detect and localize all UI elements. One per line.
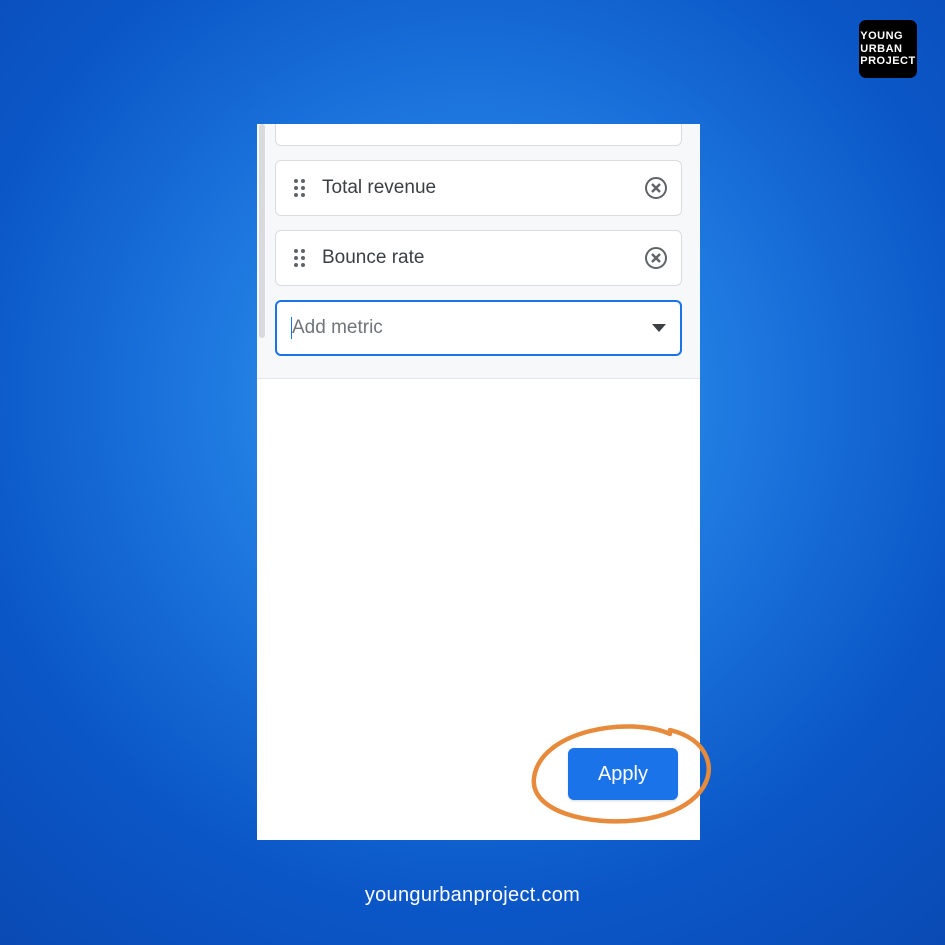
chevron-down-icon bbox=[652, 324, 666, 332]
metric-chip-truncated[interactable] bbox=[275, 124, 682, 146]
apply-button[interactable]: Apply bbox=[568, 748, 678, 800]
remove-metric-button[interactable] bbox=[645, 177, 667, 199]
metrics-panel: Total revenue Bounce rate Apply bbox=[257, 124, 700, 840]
drag-handle-icon[interactable] bbox=[290, 249, 308, 267]
logo-line: URBAN bbox=[860, 43, 915, 56]
panel-footer-area: Apply bbox=[257, 378, 700, 840]
footer-url: youngurbanproject.com bbox=[0, 884, 945, 907]
brand-logo: YOUNG URBAN PROJECT bbox=[859, 20, 917, 78]
drag-handle-icon[interactable] bbox=[290, 179, 308, 197]
add-metric-dropdown[interactable] bbox=[275, 300, 682, 356]
close-icon bbox=[651, 183, 661, 193]
add-metric-input[interactable] bbox=[292, 317, 652, 339]
metric-chip[interactable]: Bounce rate bbox=[275, 230, 682, 286]
metric-label: Bounce rate bbox=[322, 247, 645, 269]
metrics-list: Total revenue Bounce rate bbox=[257, 124, 700, 378]
metric-label: Total revenue bbox=[322, 177, 645, 199]
remove-metric-button[interactable] bbox=[645, 247, 667, 269]
logo-line: PROJECT bbox=[860, 55, 915, 68]
metric-chip[interactable]: Total revenue bbox=[275, 160, 682, 216]
logo-line: YOUNG bbox=[860, 30, 915, 43]
close-icon bbox=[651, 253, 661, 263]
